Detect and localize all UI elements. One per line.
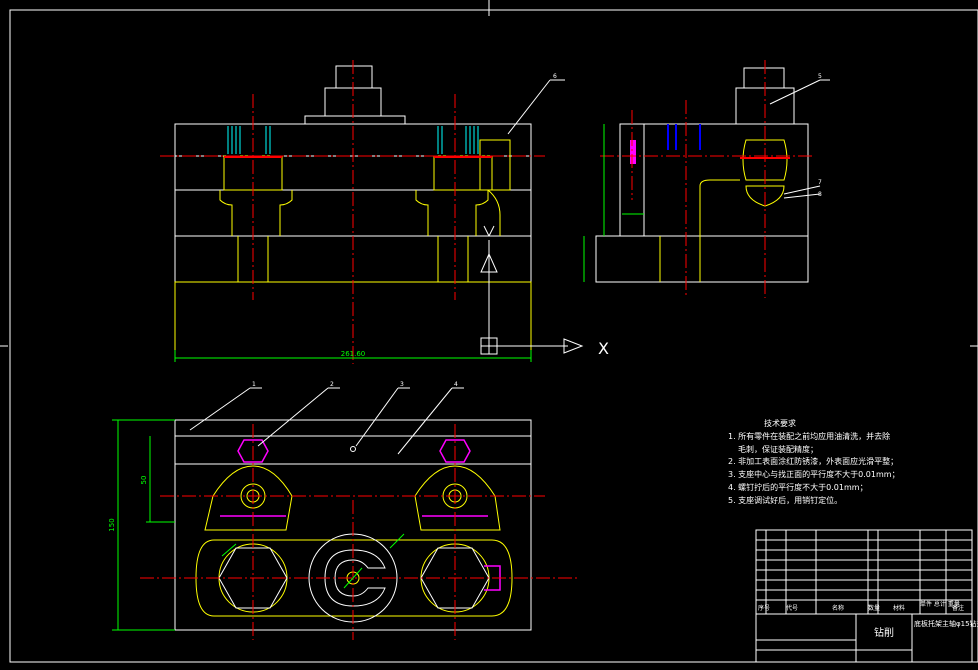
front-width-dimension: 261.60 xyxy=(174,350,532,362)
title-block-text: 序号 代号 名称 数量 材料 单件 总计 重量 备注 钻削 底板托架主轴φ15钻… xyxy=(758,600,978,639)
tech-item-4: 4. 螺钉拧后的平行度不大于0.01mm； xyxy=(728,482,868,492)
axis-x-label: X xyxy=(598,339,609,358)
callout-2: 2 xyxy=(330,381,334,388)
callout-1: 1 xyxy=(252,381,256,388)
cad-drawing-canvas: 261.60 X 6 5 7 8 150 50 1 2 3 4 序号 代号 名称… xyxy=(0,0,978,663)
tb-drawing-name: 底板托架主轴φ15钻夹具 xyxy=(914,619,978,628)
tb-header-3: 数量 xyxy=(868,604,880,612)
side-view: 5 7 8 xyxy=(583,60,830,298)
tb-header-0: 序号 xyxy=(758,604,770,612)
plan-inner-dimension: 50 xyxy=(140,476,148,485)
tb-header-6: 备注 xyxy=(952,604,964,612)
tb-center-label: 钻削 xyxy=(874,626,894,639)
tb-header-4: 材料 xyxy=(893,604,905,612)
pin-highlight xyxy=(630,140,636,164)
tech-item-1-cont: 毛刺，保证装配精度； xyxy=(738,444,818,454)
callout-6: 6 xyxy=(553,73,557,80)
tech-title: 技术要求 xyxy=(764,419,796,428)
tech-item-5: 5. 支座调试好后，用销钉定位。 xyxy=(728,495,843,505)
plan-height-dimension: 150 xyxy=(108,518,116,531)
plan-view: 150 50 1 2 3 4 xyxy=(108,381,580,640)
tb-header-2: 名称 xyxy=(832,604,844,612)
technical-requirements: 技术要求 1. 所有零件在装配之前均应用油清洗，并去除 毛刺，保证装配精度； 2… xyxy=(728,418,968,508)
callout-3: 3 xyxy=(400,381,404,388)
tech-item-3: 3. 支座中心与找正面的平行度不大于0.01mm； xyxy=(728,470,900,480)
front-view: 261.60 X 6 xyxy=(160,60,609,364)
callout-8: 8 xyxy=(818,191,822,198)
tech-item-1: 1. 所有零件在装配之前均应用油清洗，并去除 xyxy=(728,431,891,441)
title-block xyxy=(755,529,973,663)
tech-item-2: 2. 非加工表面涂红防锈漆，外表面应光滑平整； xyxy=(728,457,899,467)
front-width-label: 261.60 xyxy=(341,350,366,358)
callout-7: 7 xyxy=(818,179,822,186)
callout-5: 5 xyxy=(818,73,822,80)
tb-header-1: 代号 xyxy=(786,604,798,612)
callout-4: 4 xyxy=(454,381,458,388)
